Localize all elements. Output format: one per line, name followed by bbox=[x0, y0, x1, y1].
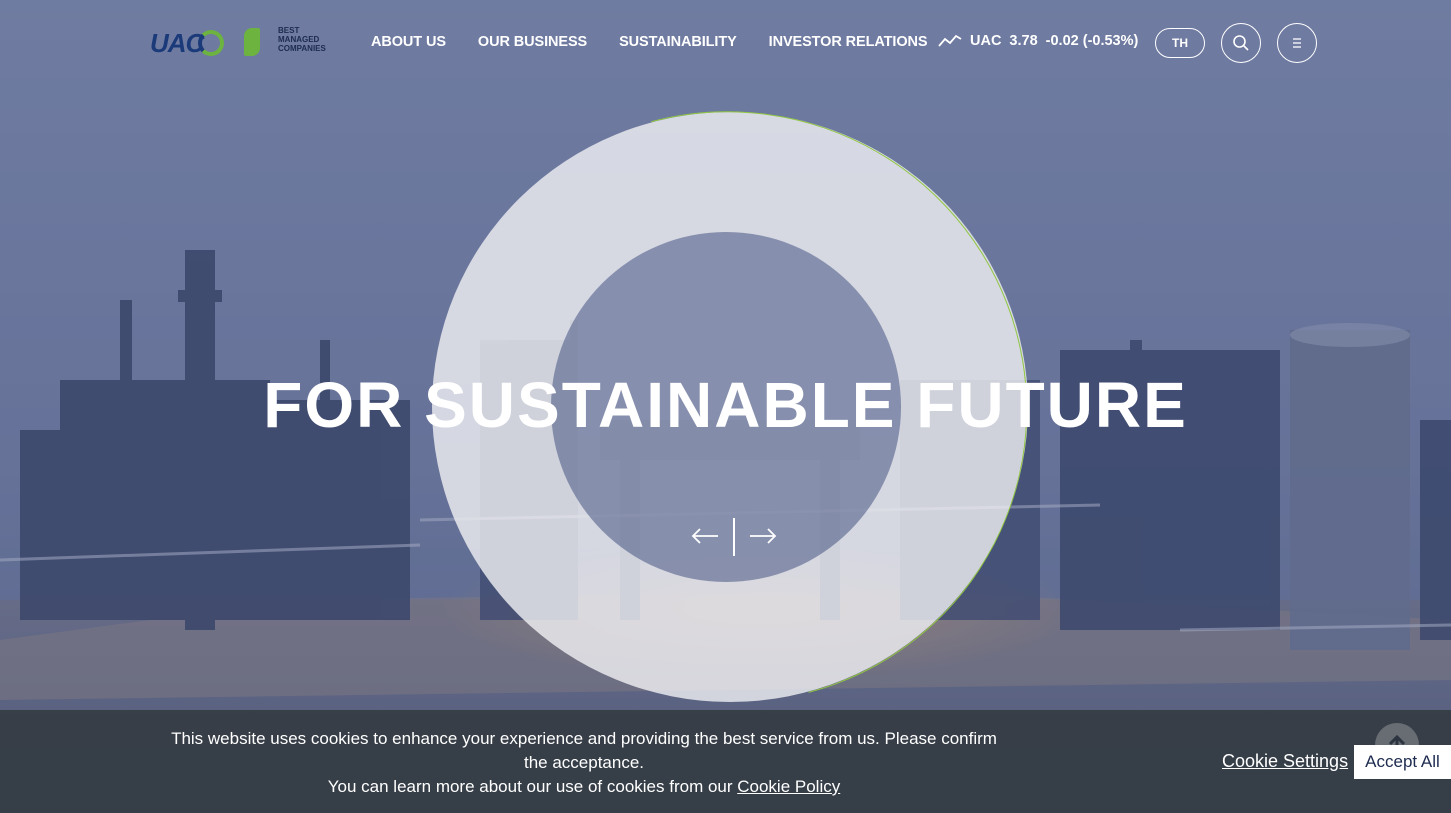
site-logo[interactable]: UAC BEST MANAGED COMPANIES bbox=[150, 26, 330, 62]
cookie-message-line1: This website uses cookies to enhance you… bbox=[171, 729, 997, 772]
stock-trend-icon bbox=[938, 34, 962, 47]
award-badge: BEST MANAGED COMPANIES bbox=[244, 26, 330, 62]
arrow-left-icon[interactable] bbox=[690, 526, 720, 546]
nav-our-business[interactable]: OUR BUSINESS bbox=[478, 34, 587, 54]
language-toggle-button[interactable]: TH bbox=[1155, 28, 1205, 58]
stock-price: 3.78 bbox=[1009, 33, 1038, 49]
cookie-banner: This website uses cookies to enhance you… bbox=[0, 710, 1451, 813]
logo-ring-icon bbox=[198, 30, 224, 56]
menu-button[interactable] bbox=[1277, 23, 1317, 63]
nav-about-us[interactable]: ABOUT US bbox=[371, 34, 446, 54]
cookie-policy-link[interactable]: Cookie Policy bbox=[737, 777, 840, 796]
cookie-settings-link[interactable]: Cookie Settings bbox=[1222, 751, 1348, 772]
hero-headline: FOR SUSTAINABLE FUTURE bbox=[263, 369, 1188, 441]
stock-ticker[interactable]: UAC 3.78 -0.02 (-0.53%) bbox=[938, 33, 1146, 49]
cookie-message-line2-text: You can learn more about our use of cook… bbox=[327, 777, 738, 796]
arrow-right-icon[interactable] bbox=[748, 526, 778, 546]
award-text-line: MANAGED bbox=[278, 35, 320, 44]
cookie-message: This website uses cookies to enhance you… bbox=[160, 727, 1008, 799]
cookie-message-line2: You can learn more about our use of cook… bbox=[160, 775, 1008, 799]
stock-symbol: UAC bbox=[970, 33, 1002, 49]
award-text-line: BEST bbox=[278, 26, 300, 35]
award-leaf-icon bbox=[244, 28, 260, 56]
award-text-line: COMPANIES bbox=[278, 44, 326, 53]
slider-controls bbox=[688, 518, 780, 556]
site-header: UAC BEST MANAGED COMPANIES ABOUT US OUR … bbox=[0, 0, 1451, 86]
nav-sustainability[interactable]: SUSTAINABILITY bbox=[619, 34, 737, 54]
main-nav: ABOUT US OUR BUSINESS SUSTAINABILITY INV… bbox=[371, 34, 959, 54]
logo-text: UAC bbox=[150, 28, 204, 58]
search-button[interactable] bbox=[1221, 23, 1261, 63]
menu-icon bbox=[1293, 38, 1301, 48]
accept-all-button[interactable]: Accept All bbox=[1354, 745, 1451, 779]
stock-change: -0.02 (-0.53%) bbox=[1045, 33, 1139, 49]
search-icon bbox=[1233, 35, 1249, 51]
nav-investor-relations[interactable]: INVESTOR RELATIONS bbox=[769, 34, 928, 54]
slider-divider bbox=[733, 518, 735, 556]
